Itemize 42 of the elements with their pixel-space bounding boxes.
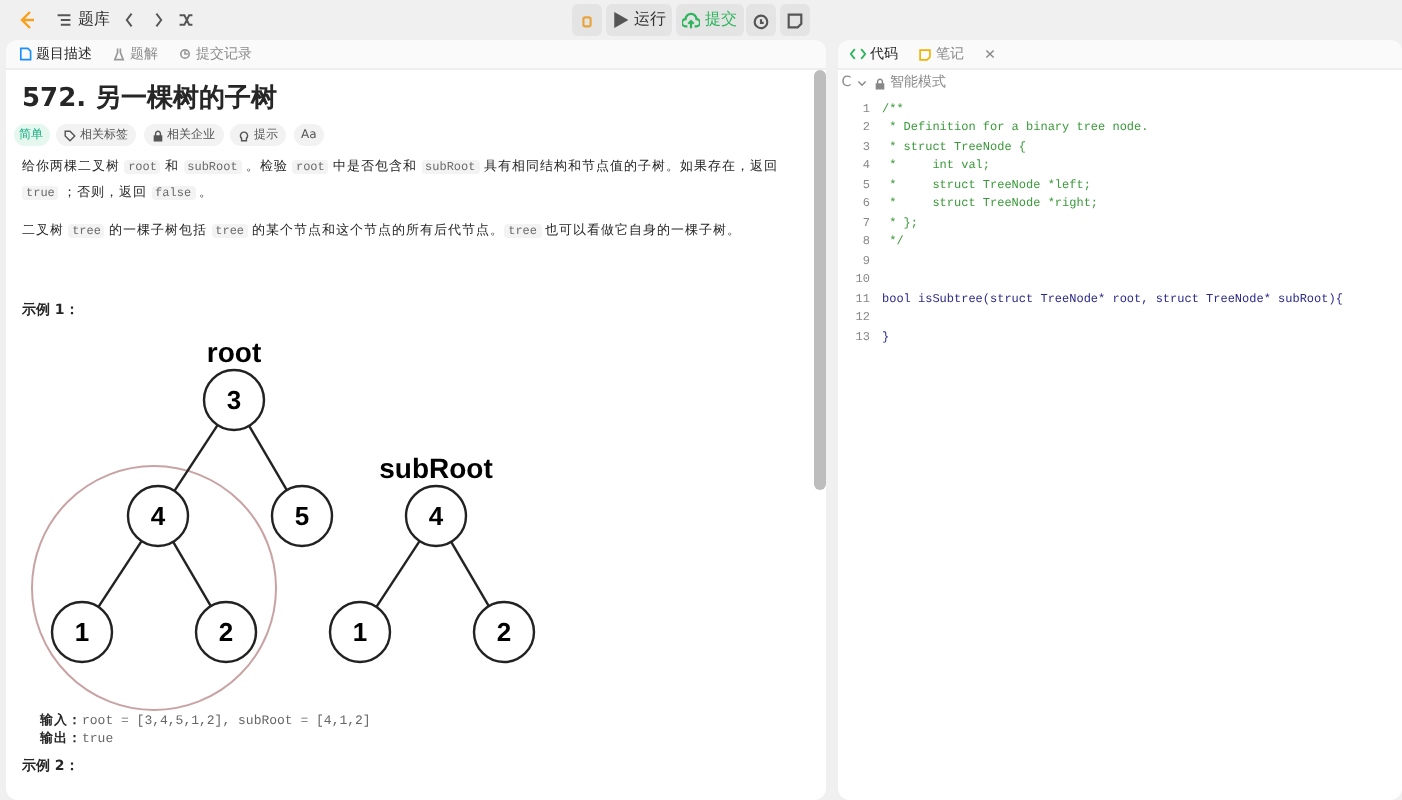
- tree-label: root: [206, 336, 262, 368]
- alarm-clock-icon: [752, 11, 771, 29]
- note-icon: [786, 11, 804, 29]
- tree-node: 5: [270, 484, 334, 548]
- play-icon: [611, 12, 628, 28]
- tree-node: 2: [194, 600, 258, 664]
- tag-icon: [64, 129, 76, 141]
- run-button[interactable]: 运行: [605, 4, 672, 36]
- scrollbar-thumb[interactable]: [814, 70, 826, 490]
- code-icon: [850, 46, 866, 62]
- problem-list-button[interactable]: 题库: [50, 4, 116, 36]
- tree-node: 4: [126, 484, 190, 548]
- note-icon: [918, 47, 932, 61]
- document-icon: [18, 46, 32, 62]
- note-button[interactable]: [780, 4, 810, 36]
- history-icon: [178, 46, 192, 62]
- chevron-right-icon: [150, 12, 166, 28]
- lightbulb-icon: [238, 129, 250, 141]
- tree-edge: [173, 424, 219, 492]
- lock-icon: [151, 129, 163, 141]
- chevron-left-icon: [122, 12, 138, 28]
- shuffle-icon: [178, 12, 194, 28]
- tree-edge: [248, 425, 288, 491]
- flask-icon: [112, 46, 126, 62]
- cloud-upload-icon: [681, 11, 699, 29]
- tree-edge: [97, 540, 143, 608]
- tree-label: subRoot: [379, 452, 493, 484]
- lock-icon: [874, 77, 887, 89]
- tree-node: 1: [328, 600, 392, 664]
- tree-node: 3: [202, 368, 266, 432]
- tree-edge: [375, 540, 421, 608]
- logo-icon: [16, 8, 36, 32]
- problem-title: 572. 另一棵树的子树: [22, 86, 280, 112]
- close-icon: [984, 48, 996, 60]
- list-icon: [56, 12, 72, 28]
- tree-node: 4: [404, 484, 468, 548]
- tree-edge: [172, 541, 212, 607]
- chevron-down-icon: [855, 77, 868, 89]
- tree-node: 2: [472, 600, 536, 664]
- tree-node: 1: [50, 600, 114, 664]
- alarm-button[interactable]: [746, 4, 777, 36]
- tree-edge: [450, 541, 490, 607]
